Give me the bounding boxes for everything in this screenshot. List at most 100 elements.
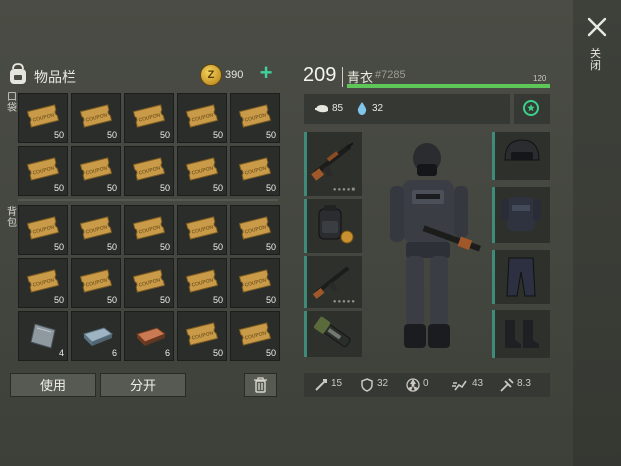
- primary-weapon-slot[interactable]: ●●●●■: [304, 132, 362, 196]
- water-value: 32: [372, 103, 384, 114]
- backpack-slot[interactable]: [304, 199, 362, 253]
- inventory-slot[interactable]: COUPON 50: [177, 258, 227, 308]
- pants-slot[interactable]: [492, 250, 550, 304]
- inventory-slot[interactable]: COUPON 50: [124, 146, 174, 196]
- inventory-slot[interactable]: COUPON 50: [18, 146, 68, 196]
- coupon-icon: COUPON: [26, 269, 60, 293]
- inventory-slot[interactable]: COUPON 50: [230, 93, 280, 143]
- item-quantity: 50: [212, 295, 223, 305]
- inventory-slot[interactable]: COUPON 50: [230, 205, 280, 255]
- helmet-slot[interactable]: [492, 132, 550, 180]
- inventory-slot[interactable]: COUPON 50: [230, 146, 280, 196]
- inventory-slot[interactable]: COUPON 50: [71, 93, 121, 143]
- coin-icon: Z: [200, 64, 222, 86]
- inventory-slot[interactable]: COUPON 50: [71, 258, 121, 308]
- speed-value: 43: [472, 378, 484, 389]
- pocket-grid: COUPON 50 COUPON 50 COUPON 50 COUPON 50 COUPON 50…: [18, 93, 280, 196]
- backpack-grid: COUPON 50 COUPON 50 COUPON 50 COUPON 50 COUPON 50…: [18, 205, 280, 361]
- inventory-slot[interactable]: 6: [124, 311, 174, 361]
- attack-value: 15: [331, 378, 343, 389]
- inventory-slot[interactable]: COUPON 50: [18, 258, 68, 308]
- inventory-slot[interactable]: 6: [71, 311, 121, 361]
- food-icon: [315, 105, 328, 113]
- use-button[interactable]: 使用: [10, 373, 96, 397]
- hp-value: 120: [533, 74, 547, 83]
- item-quantity: 50: [265, 130, 276, 140]
- trash-icon: [254, 377, 267, 393]
- body-armor-slot[interactable]: [492, 187, 550, 243]
- item-quantity: 50: [159, 130, 170, 140]
- coin-amount: 390: [225, 69, 244, 81]
- survival-stats: 85 32: [304, 94, 510, 124]
- coupon-icon: COUPON: [185, 322, 219, 346]
- coupon-icon: COUPON: [132, 269, 166, 293]
- tactical-backpack-icon: [318, 205, 354, 244]
- section-divider: [18, 199, 278, 201]
- inventory-slot[interactable]: COUPON 50: [71, 205, 121, 255]
- hp-bar: [347, 84, 550, 88]
- item-quantity: 50: [53, 242, 64, 252]
- coupon-icon: COUPON: [238, 157, 272, 181]
- item-quantity: 50: [159, 295, 170, 305]
- iron-bar-icon: [83, 327, 114, 346]
- item-quantity: 50: [106, 295, 117, 305]
- item-quantity: 50: [106, 242, 117, 252]
- item-quantity: 50: [159, 183, 170, 193]
- add-coins-button[interactable]: +: [256, 62, 276, 84]
- item-quantity: 4: [58, 348, 64, 358]
- inventory-slot[interactable]: 4: [18, 311, 68, 361]
- item-quantity: 50: [53, 295, 64, 305]
- assault-rifle-icon: [311, 142, 354, 181]
- defense-icon: [361, 378, 373, 392]
- backpack-icon: [7, 62, 29, 86]
- inventory-slot[interactable]: COUPON 50: [230, 258, 280, 308]
- favorite-button[interactable]: [514, 94, 550, 124]
- coupon-icon: COUPON: [79, 104, 113, 128]
- boots-slot[interactable]: [492, 310, 550, 358]
- radiation-value: 0: [423, 378, 429, 389]
- coupon-icon: COUPON: [26, 104, 60, 128]
- attack-icon: [315, 379, 327, 391]
- coupon-icon: COUPON: [26, 157, 60, 181]
- close-icon[interactable]: [586, 16, 608, 38]
- boots-icon: [505, 320, 539, 348]
- item-quantity: 50: [265, 348, 276, 358]
- trash-button[interactable]: [244, 373, 277, 397]
- copper-bar-icon: [136, 327, 167, 346]
- item-quantity: 50: [212, 183, 223, 193]
- inventory-title: 物品栏: [34, 69, 76, 85]
- coupon-icon: COUPON: [238, 322, 272, 346]
- inventory-slot[interactable]: COUPON 50: [230, 311, 280, 361]
- pocket-label: 口袋: [7, 92, 17, 114]
- speed-icon: [452, 380, 467, 391]
- item-quantity: 50: [212, 242, 223, 252]
- inventory-slot[interactable]: COUPON 50: [177, 146, 227, 196]
- close-label[interactable]: 关闭: [590, 48, 602, 72]
- inventory-slot[interactable]: COUPON 50: [18, 93, 68, 143]
- inventory-slot[interactable]: COUPON 50: [18, 205, 68, 255]
- inventory-slot[interactable]: COUPON 50: [124, 93, 174, 143]
- item-quantity: 50: [265, 295, 276, 305]
- item-quantity: 6: [164, 348, 170, 358]
- item-quantity: 50: [106, 130, 117, 140]
- secondary-weapon-slot[interactable]: ●●●●●: [304, 256, 362, 308]
- inventory-slot[interactable]: COUPON 50: [124, 258, 174, 308]
- inventory-slot[interactable]: COUPON 50: [177, 205, 227, 255]
- inventory-slot[interactable]: COUPON 50: [124, 205, 174, 255]
- coupon-icon: COUPON: [132, 216, 166, 240]
- defense-value: 32: [377, 378, 389, 389]
- backpack-label: 背包: [7, 207, 17, 229]
- coupon-icon: COUPON: [238, 104, 272, 128]
- item-quantity: 50: [265, 242, 276, 252]
- combat-stats: 15 32 0 43 8.3: [304, 373, 550, 397]
- inventory-slot[interactable]: COUPON 50: [71, 146, 121, 196]
- melee-weapon-slot[interactable]: [304, 311, 362, 357]
- split-button[interactable]: 分开: [100, 373, 186, 397]
- item-quantity: 50: [265, 183, 276, 193]
- food-value: 85: [332, 103, 344, 114]
- helmet-icon: [504, 139, 540, 161]
- name-divider: [342, 67, 343, 87]
- inventory-slot[interactable]: COUPON 50: [177, 311, 227, 361]
- weapon-power-icon: [500, 378, 514, 392]
- inventory-slot[interactable]: COUPON 50: [177, 93, 227, 143]
